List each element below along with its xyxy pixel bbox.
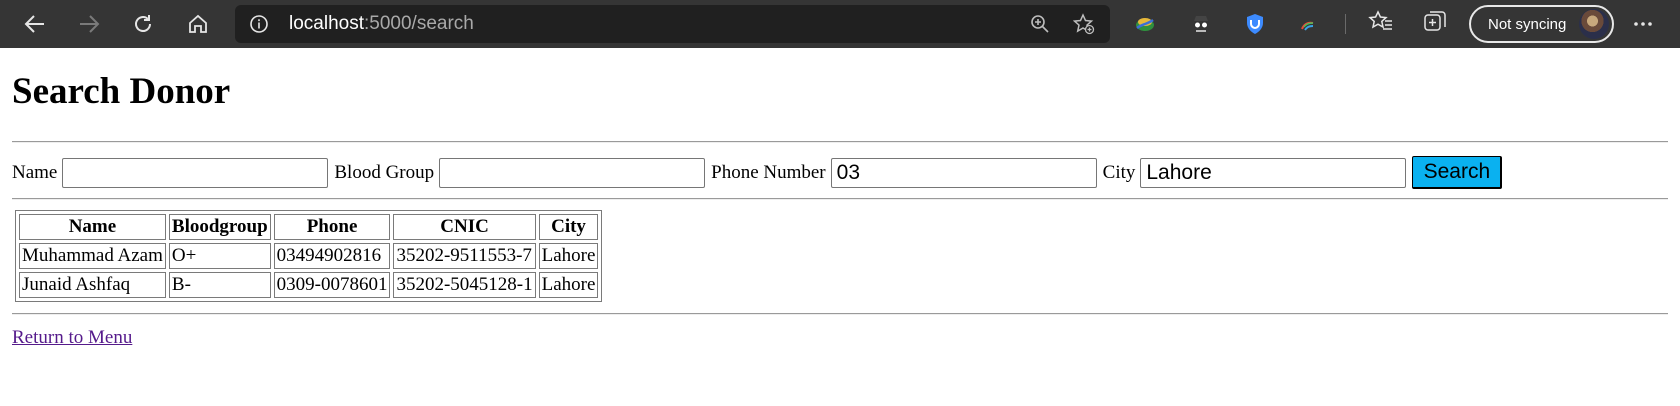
cell-bloodgroup: O+ xyxy=(168,243,271,269)
cell-bloodgroup: B- xyxy=(168,272,271,298)
extension-globe-icon[interactable] xyxy=(1130,9,1160,39)
cell-phone: 03494902816 xyxy=(273,243,391,269)
extension-rainbow-icon[interactable] xyxy=(1294,9,1324,39)
home-icon xyxy=(189,14,207,33)
forward-icon xyxy=(80,15,100,33)
column-header-bloodgroup: Bloodgroup xyxy=(168,214,271,240)
browser-toolbar: localhost:5000/search Not syncing xyxy=(0,0,1680,48)
more-icon[interactable] xyxy=(1628,9,1658,39)
search-form: Name Blood Group Phone Number City Searc… xyxy=(12,156,1503,189)
url-path: :5000/search xyxy=(364,13,474,34)
results-table: Name Bloodgroup Phone CNIC City Muhammad… xyxy=(15,210,603,302)
return-to-menu-link[interactable]: Return to Menu xyxy=(12,327,132,349)
cell-name: Muhammad Azam xyxy=(19,243,166,269)
extension-shield-icon[interactable] xyxy=(1240,9,1270,39)
page-title: Search Donor xyxy=(12,71,231,112)
name-input[interactable] xyxy=(62,157,329,188)
toolbar-divider xyxy=(1345,14,1346,34)
blood-group-input[interactable] xyxy=(439,157,706,188)
zoom-icon[interactable] xyxy=(1030,14,1050,34)
reload-icon xyxy=(135,15,151,32)
table-row: Junaid Ashfaq B- 0309-0078601 35202-5045… xyxy=(19,272,599,298)
profile-sync-label: Not syncing xyxy=(1488,15,1567,33)
info-icon[interactable] xyxy=(249,14,269,34)
reload-button[interactable] xyxy=(126,7,160,41)
phone-number-label: Phone Number xyxy=(711,161,826,183)
profile-button[interactable]: Not syncing xyxy=(1469,5,1614,43)
url-text[interactable]: localhost:5000/search xyxy=(289,13,474,35)
home-button[interactable] xyxy=(181,7,215,41)
cell-cnic: 35202-9511553-7 xyxy=(393,243,536,269)
forward-button[interactable] xyxy=(72,7,106,41)
extension-spy-icon[interactable] xyxy=(1186,9,1216,39)
favorites-icon[interactable] xyxy=(1368,9,1394,35)
table-row: Muhammad Azam O+ 03494902816 35202-95115… xyxy=(19,243,599,269)
phone-number-input[interactable] xyxy=(830,157,1097,188)
cell-city: Lahore xyxy=(538,272,599,298)
collections-icon[interactable] xyxy=(1422,9,1448,35)
column-header-city: City xyxy=(538,214,599,240)
column-header-phone: Phone xyxy=(273,214,391,240)
city-label: City xyxy=(1102,161,1136,183)
url-host: localhost xyxy=(289,13,364,34)
divider xyxy=(12,141,1668,143)
cell-city: Lahore xyxy=(538,243,599,269)
blood-group-label: Blood Group xyxy=(334,161,435,183)
search-button[interactable]: Search xyxy=(1412,156,1503,189)
back-button[interactable] xyxy=(18,7,52,41)
column-header-cnic: CNIC xyxy=(393,214,536,240)
cell-name: Junaid Ashfaq xyxy=(19,272,166,298)
divider xyxy=(12,198,1668,200)
address-bar[interactable]: localhost:5000/search xyxy=(235,5,1110,43)
column-header-name: Name xyxy=(19,214,166,240)
avatar xyxy=(1579,9,1609,39)
divider xyxy=(12,313,1668,315)
cell-cnic: 35202-5045128-1 xyxy=(393,272,536,298)
add-favorite-icon[interactable] xyxy=(1073,13,1095,35)
back-icon xyxy=(24,15,44,33)
table-header-row: Name Bloodgroup Phone CNIC City xyxy=(19,214,599,240)
city-input[interactable] xyxy=(1140,157,1407,188)
cell-phone: 0309-0078601 xyxy=(273,272,391,298)
name-label: Name xyxy=(12,161,58,183)
